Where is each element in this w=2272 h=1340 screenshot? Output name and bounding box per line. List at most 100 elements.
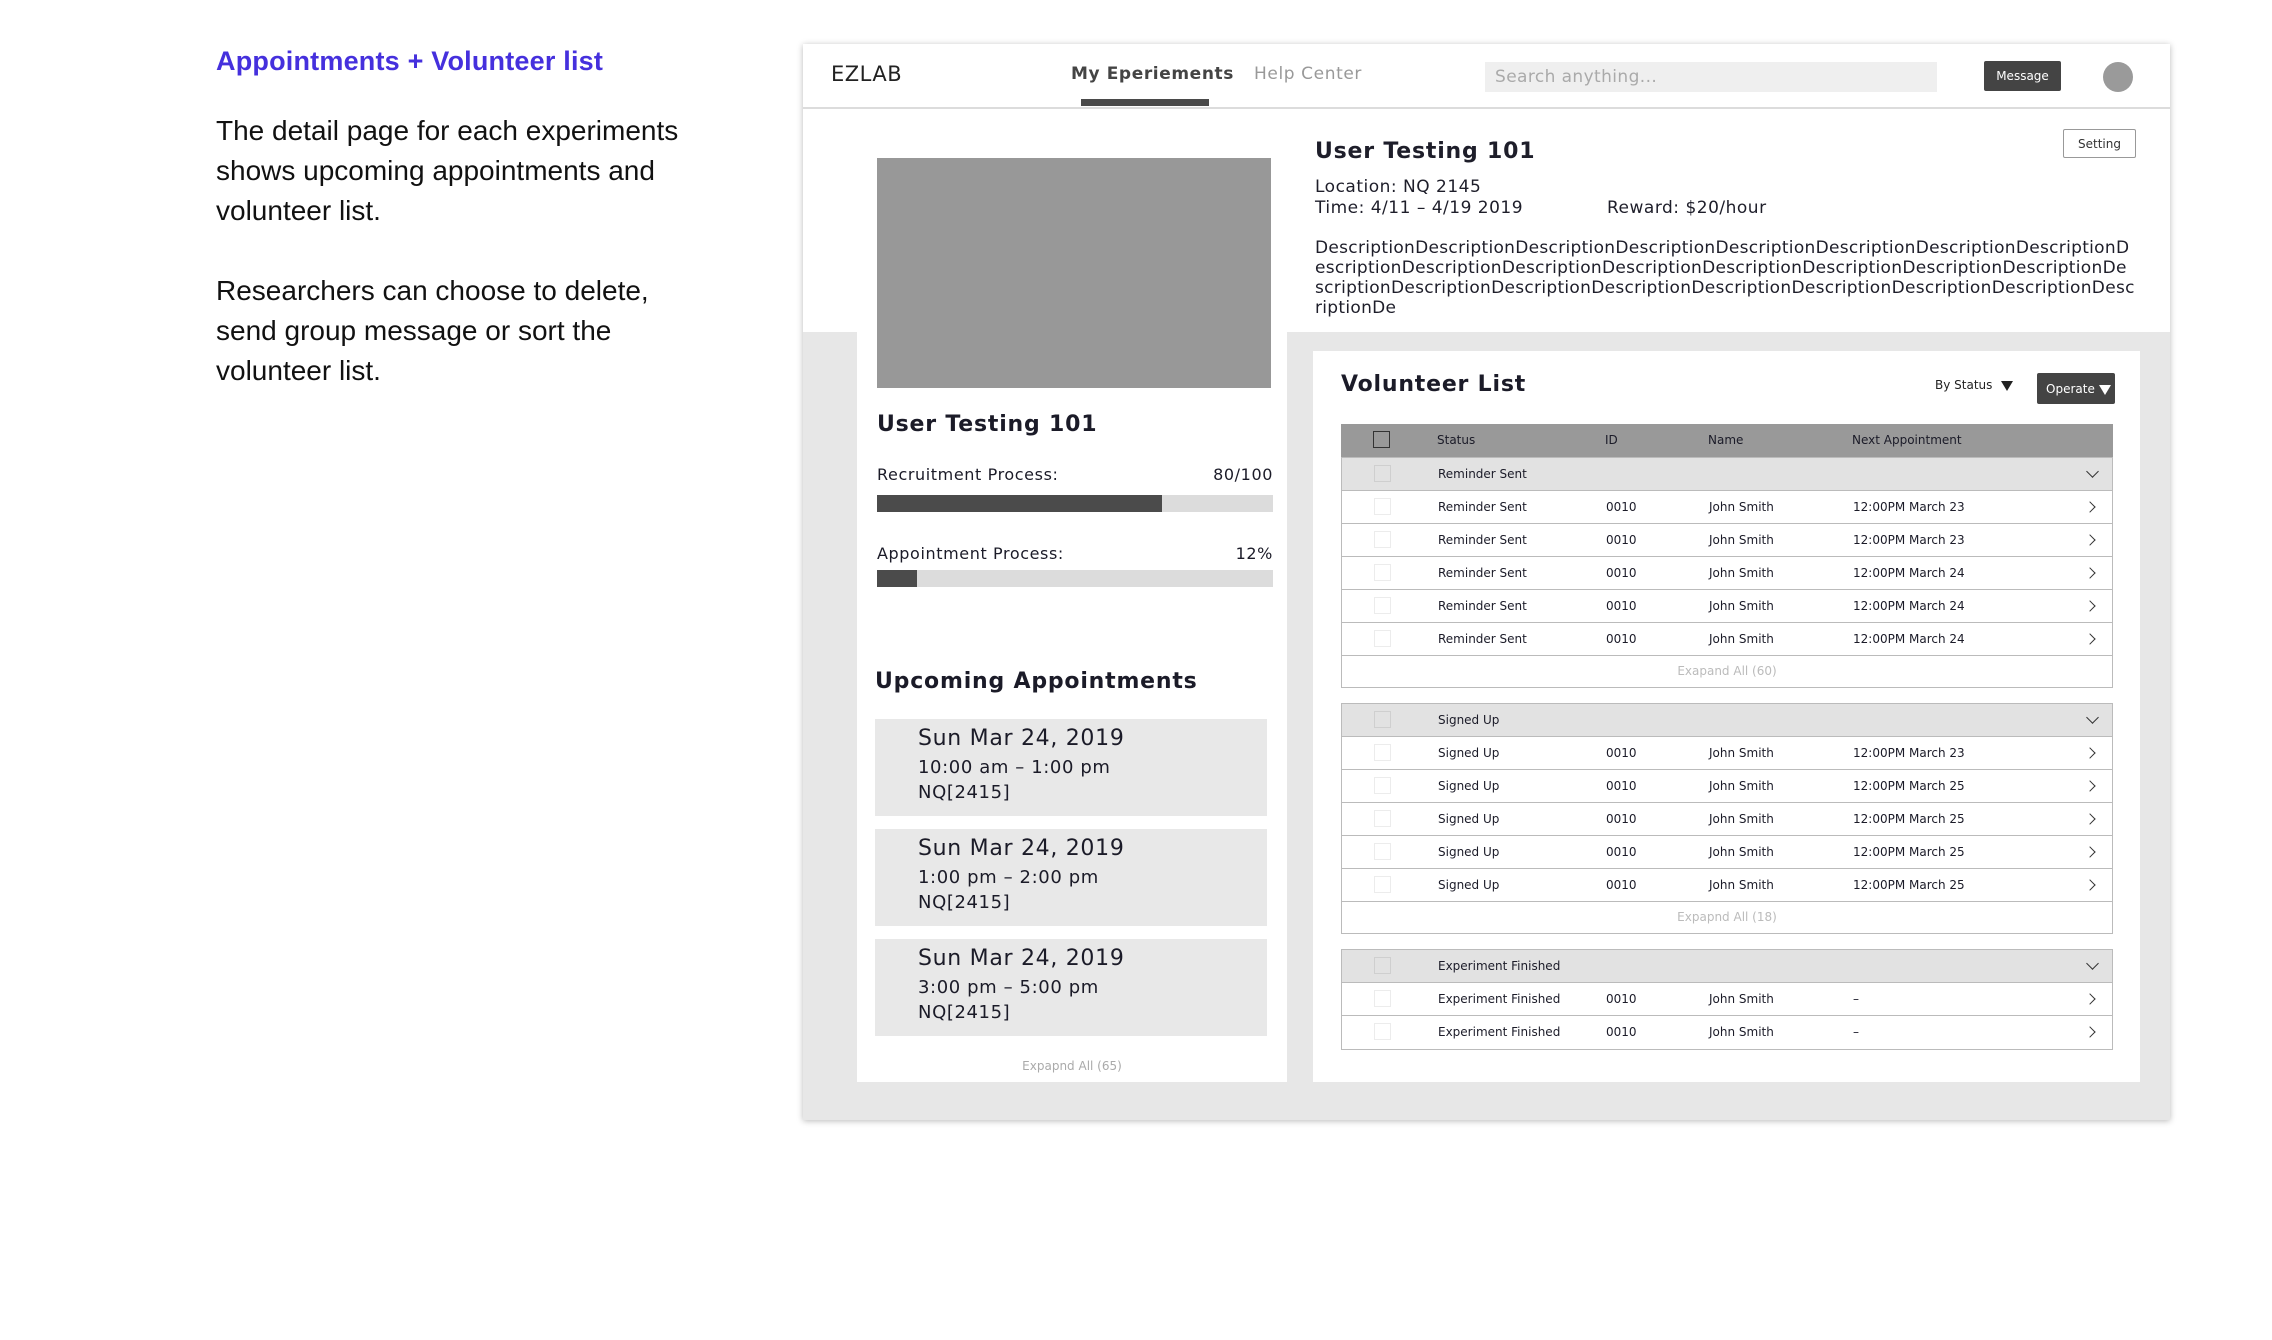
experiment-time: Time: 4/11 – 4/19 2019 <box>1315 198 1524 218</box>
cell-id: 0010 <box>1606 992 1637 1006</box>
appointment-label: Appointment Process: <box>877 544 1064 563</box>
status-group-reminder-sent: Reminder Sent Reminder Sent 0010 John Sm… <box>1341 457 2113 688</box>
chevron-down-icon[interactable] <box>2086 465 2099 478</box>
appointments-expand-all-link[interactable]: Expapnd All (65) <box>857 1059 1287 1073</box>
group-checkbox[interactable] <box>1374 711 1391 728</box>
chevron-right-icon[interactable] <box>2084 567 2096 579</box>
cell-status: Signed Up <box>1438 812 1500 826</box>
column-header-id[interactable]: ID <box>1605 433 1618 447</box>
table-row[interactable]: Experiment Finished 0010 John Smith – <box>1342 1016 2112 1049</box>
chevron-right-icon[interactable] <box>2084 813 2096 825</box>
table-row[interactable]: Reminder Sent 0010 John Smith 12:00PM Ma… <box>1342 623 2112 656</box>
column-header-status[interactable]: Status <box>1437 433 1475 447</box>
row-checkbox[interactable] <box>1374 990 1391 1007</box>
recruitment-progress-fill <box>877 495 1163 512</box>
row-checkbox[interactable] <box>1374 843 1391 860</box>
group-checkbox[interactable] <box>1374 465 1391 482</box>
cell-id: 0010 <box>1606 746 1637 760</box>
cell-id: 0010 <box>1606 632 1637 646</box>
table-row[interactable]: Reminder Sent 0010 John Smith 12:00PM Ma… <box>1342 590 2112 623</box>
table-row[interactable]: Signed Up 0010 John Smith 12:00PM March … <box>1342 770 2112 803</box>
column-header-name[interactable]: Name <box>1708 433 1743 447</box>
cell-name: John Smith <box>1709 992 1774 1006</box>
chevron-right-icon[interactable] <box>2084 501 2096 513</box>
chevron-right-icon[interactable] <box>2084 780 2096 792</box>
appointment-progress-fill <box>877 570 917 587</box>
sort-label: By Status <box>1935 378 1993 392</box>
annotation-paragraph: The detail page for each experiments sho… <box>216 115 679 226</box>
brand-logo[interactable]: EZLAB <box>831 62 902 86</box>
row-checkbox[interactable] <box>1374 777 1391 794</box>
cell-name: John Smith <box>1709 812 1774 826</box>
cell-status: Reminder Sent <box>1438 632 1527 646</box>
table-row[interactable]: Reminder Sent 0010 John Smith 12:00PM Ma… <box>1342 524 2112 557</box>
chevron-right-icon[interactable] <box>2084 747 2096 759</box>
chevron-right-icon[interactable] <box>2084 879 2096 891</box>
chevron-down-icon[interactable] <box>2086 957 2099 970</box>
cell-id: 0010 <box>1606 500 1637 514</box>
chevron-right-icon[interactable] <box>2084 993 2096 1005</box>
row-checkbox[interactable] <box>1374 597 1391 614</box>
search-input[interactable] <box>1485 62 1937 92</box>
table-row[interactable]: Signed Up 0010 John Smith 12:00PM March … <box>1342 737 2112 770</box>
table-row[interactable]: Signed Up 0010 John Smith 12:00PM March … <box>1342 836 2112 869</box>
appointment-item[interactable]: Sun Mar 24, 2019 1:00 pm – 2:00 pm NQ[24… <box>875 829 1267 926</box>
chevron-right-icon[interactable] <box>2084 600 2096 612</box>
cell-next-appointment: 12:00PM March 23 <box>1853 746 1965 760</box>
group-label: Signed Up <box>1438 713 1500 727</box>
experiment-description: DescriptionDescriptionDescriptionDescrip… <box>1315 238 2135 318</box>
group-expand-all-link[interactable]: Expapnd All (18) <box>1342 902 2112 933</box>
setting-button[interactable]: Setting <box>2063 129 2136 158</box>
triangle-down-icon <box>2099 385 2111 395</box>
table-row[interactable]: Signed Up 0010 John Smith 12:00PM March … <box>1342 869 2112 902</box>
row-checkbox[interactable] <box>1374 531 1391 548</box>
cell-id: 0010 <box>1606 779 1637 793</box>
column-header-next-appointment[interactable]: Next Appointment <box>1852 433 1962 447</box>
group-label: Experiment Finished <box>1438 959 1561 973</box>
cell-name: John Smith <box>1709 500 1774 514</box>
appointment-item[interactable]: Sun Mar 24, 2019 3:00 pm – 5:00 pm NQ[24… <box>875 939 1267 1036</box>
group-header[interactable]: Reminder Sent <box>1342 458 2112 491</box>
tab-my-experiments[interactable]: My Eperiements <box>1071 64 1234 84</box>
sort-by-status-dropdown[interactable]: By Status <box>1935 378 2013 392</box>
row-checkbox[interactable] <box>1374 498 1391 515</box>
row-checkbox[interactable] <box>1374 564 1391 581</box>
row-checkbox[interactable] <box>1374 744 1391 761</box>
cell-status: Reminder Sent <box>1438 566 1527 580</box>
group-header[interactable]: Experiment Finished <box>1342 950 2112 983</box>
row-checkbox[interactable] <box>1374 1023 1391 1040</box>
table-row[interactable]: Signed Up 0010 John Smith 12:00PM March … <box>1342 803 2112 836</box>
chevron-right-icon[interactable] <box>2084 846 2096 858</box>
table-row[interactable]: Reminder Sent 0010 John Smith 12:00PM Ma… <box>1342 491 2112 524</box>
operate-button[interactable]: Operate <box>2037 373 2115 404</box>
cell-id: 0010 <box>1606 812 1637 826</box>
experiment-summary-card: User Testing 101 Recruitment Process: 80… <box>857 110 1287 654</box>
tab-help-center[interactable]: Help Center <box>1254 64 1362 84</box>
message-button[interactable]: Message <box>1984 61 2061 91</box>
cell-name: John Smith <box>1709 779 1774 793</box>
row-checkbox[interactable] <box>1374 810 1391 827</box>
triangle-down-icon <box>2001 381 2013 391</box>
appointment-location: NQ[2415] <box>918 782 1011 803</box>
cell-name: John Smith <box>1709 878 1774 892</box>
chevron-right-icon[interactable] <box>2084 1026 2096 1038</box>
experiment-card-title: User Testing 101 <box>877 412 1098 437</box>
chevron-right-icon[interactable] <box>2084 534 2096 546</box>
group-checkbox[interactable] <box>1374 957 1391 974</box>
annotation: Appointments + Volunteer list The detail… <box>216 46 716 391</box>
chevron-down-icon[interactable] <box>2086 711 2099 724</box>
row-checkbox[interactable] <box>1374 630 1391 647</box>
group-header[interactable]: Signed Up <box>1342 704 2112 737</box>
table-row[interactable]: Experiment Finished 0010 John Smith – <box>1342 983 2112 1016</box>
appointment-item[interactable]: Sun Mar 24, 2019 10:00 am – 1:00 pm NQ[2… <box>875 719 1267 816</box>
row-checkbox[interactable] <box>1374 876 1391 893</box>
group-expand-all-link[interactable]: Exapand All (60) <box>1342 656 2112 687</box>
avatar[interactable] <box>2103 62 2133 92</box>
volunteer-list-card: Volunteer List By Status Operate Status … <box>1313 351 2140 1082</box>
cell-next-appointment: 12:00PM March 24 <box>1853 566 1965 580</box>
select-all-checkbox[interactable] <box>1373 431 1390 448</box>
cell-status: Experiment Finished <box>1438 992 1561 1006</box>
chevron-right-icon[interactable] <box>2084 633 2096 645</box>
experiment-location: Location: NQ 2145 <box>1315 177 1482 197</box>
table-row[interactable]: Reminder Sent 0010 John Smith 12:00PM Ma… <box>1342 557 2112 590</box>
